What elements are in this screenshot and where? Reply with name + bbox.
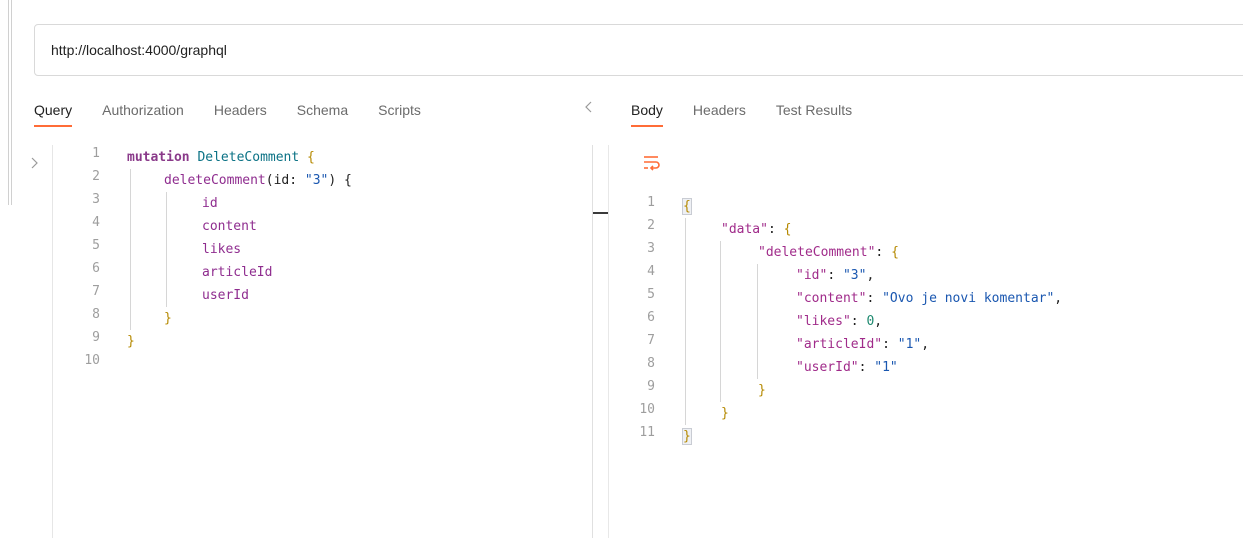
chevron-left-icon[interactable] [582, 100, 598, 116]
resize-handle[interactable] [593, 212, 608, 214]
line-number: 5 [647, 287, 655, 302]
code-line: { [682, 198, 692, 215]
response-tabs: Body Headers Test Results [631, 98, 882, 132]
line-number: 10 [84, 353, 100, 368]
line-number: 2 [92, 169, 100, 184]
code-line: "deleteComment": { [758, 245, 899, 260]
code-line: } [721, 406, 729, 421]
tab-headers[interactable]: Headers [214, 98, 267, 122]
chevron-right-icon[interactable] [28, 156, 40, 173]
line-number: 1 [92, 146, 100, 161]
line-number: 8 [647, 356, 655, 371]
line-number: 6 [647, 310, 655, 325]
line-number: 5 [92, 238, 100, 253]
tab-authorization[interactable]: Authorization [102, 98, 184, 122]
pane-divider [608, 145, 609, 538]
code-line: mutation DeleteComment { [127, 150, 315, 165]
line-number: 8 [92, 307, 100, 322]
tab-schema[interactable]: Schema [297, 98, 348, 122]
line-number: 3 [92, 192, 100, 207]
code-line: "data": { [721, 222, 792, 237]
tab-response-headers[interactable]: Headers [693, 98, 746, 122]
line-number: 3 [647, 241, 655, 256]
code-line: articleId [202, 265, 273, 280]
indent-guide [130, 169, 131, 330]
code-line: content [202, 219, 257, 234]
code-line: "content": "Ovo je novi komentar", [796, 291, 1063, 306]
indent-guide [757, 264, 758, 379]
url-text: http://localhost:4000/graphql [51, 42, 227, 58]
rail-line [8, 0, 9, 205]
code-line: } [682, 428, 692, 445]
line-number: 4 [92, 215, 100, 230]
code-line: deleteComment(id: "3") { [164, 173, 352, 188]
line-number: 10 [639, 402, 655, 417]
line-number: 7 [647, 333, 655, 348]
tab-scripts[interactable]: Scripts [378, 98, 421, 122]
pane-divider [592, 145, 593, 538]
code-line: } [758, 383, 766, 398]
line-number: 9 [92, 330, 100, 345]
line-number: 4 [647, 264, 655, 279]
code-line: "articleId": "1", [796, 337, 930, 352]
indent-guide [685, 218, 686, 425]
line-number: 6 [92, 261, 100, 276]
line-number: 9 [647, 379, 655, 394]
code-line: likes [202, 242, 242, 257]
tab-query[interactable]: Query [34, 98, 73, 127]
code-line: userId [202, 288, 249, 303]
indent-guide [720, 241, 721, 402]
left-rail [0, 0, 12, 538]
tab-body[interactable]: Body [631, 98, 663, 127]
line-number: 1 [647, 195, 655, 210]
wrap-lines-icon[interactable] [642, 152, 662, 172]
code-line: "likes": 0, [796, 314, 883, 329]
code-line: id [202, 196, 218, 211]
query-tabs: Query Authorization Headers Schema Scrip… [34, 98, 451, 132]
line-number: 11 [639, 425, 655, 440]
code-line: } [164, 311, 172, 326]
line-number: 2 [647, 218, 655, 233]
tab-test-results[interactable]: Test Results [776, 98, 852, 122]
rail-line [11, 0, 12, 205]
url-input[interactable]: http://localhost:4000/graphql [34, 24, 1243, 76]
code-line: "id": "3", [796, 268, 875, 283]
code-line: } [127, 334, 135, 349]
query-gutter-border [52, 145, 53, 538]
indent-guide [166, 192, 167, 307]
line-number: 7 [92, 284, 100, 299]
code-line: "userId": "1" [796, 360, 898, 375]
